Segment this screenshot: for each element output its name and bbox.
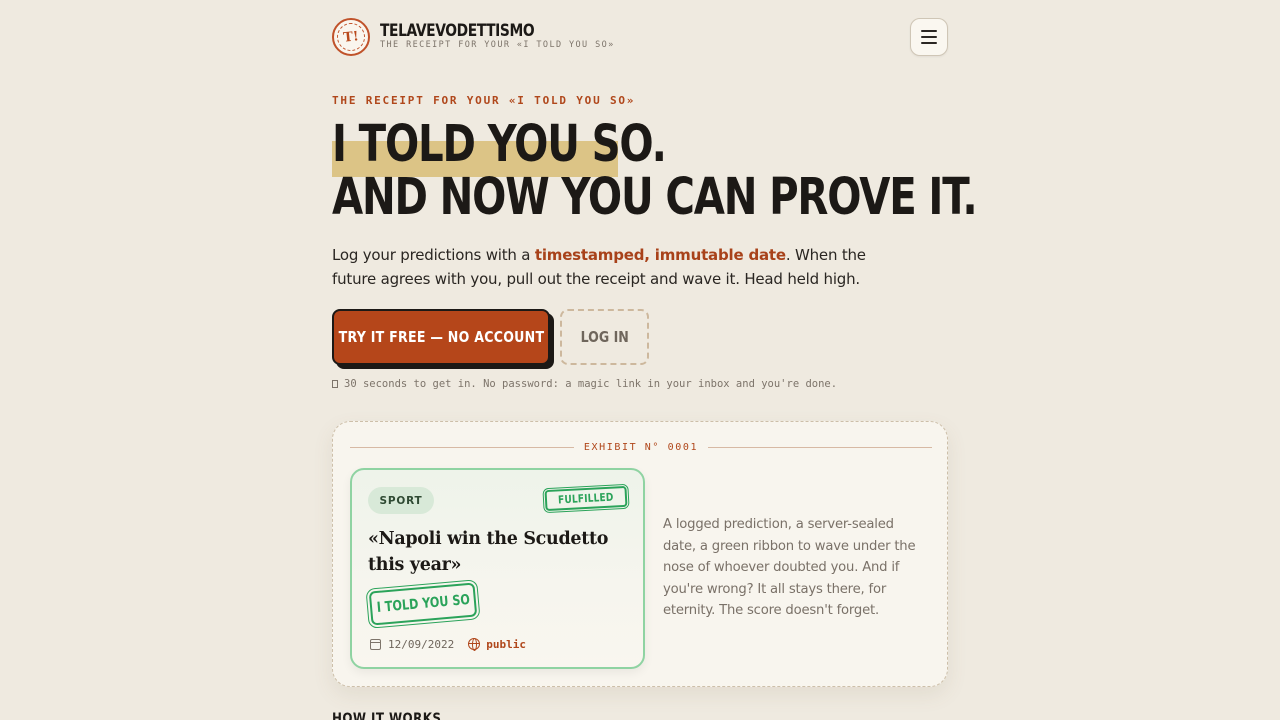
hamburger-menu-icon-bar [921,42,937,44]
try-free-label: TRY IT FREE — NO ACCOUNT [338,328,544,346]
section-title-how-it-works: HOW IT WORKS [332,711,442,720]
logo-badge[interactable]: T! [332,18,370,56]
menu-button[interactable] [910,18,948,56]
calendar-icon [370,638,381,650]
hero-headline-line1: I TOLD YOU SO. [332,115,667,174]
category-tag: SPORT [368,487,434,514]
prediction-date: 12/09/2022 [388,637,455,651]
hamburger-menu-icon-bar [921,36,937,38]
login-button[interactable]: LOG IN [560,309,649,365]
hamburger-menu-icon [921,30,937,32]
prediction-card[interactable]: SPORT FULFILLED «Napoli win the Scudetto… [350,468,645,669]
signup-note-text: 30 seconds to get in. No password: a mag… [344,378,838,390]
exhibit-label: EXHIBIT N° 0001 [350,439,932,455]
prediction-text: «Napoli win the Scudetto this year» [368,529,609,575]
globe-icon [468,638,481,651]
divider [708,446,932,448]
signup-note: 30 seconds to get in. No password: a mag… [332,378,837,390]
bolt-icon [332,380,338,388]
hero-headline-line2: AND NOW YOU CAN PROVE IT. [332,168,978,227]
exhibit-description: A logged prediction, a server-sealed dat… [663,517,916,619]
hero-eyebrow: THE RECEIPT FOR YOUR «I TOLD YOU SO» [332,94,636,107]
card-meta: 12/09/2022 public [370,636,526,652]
fulfilled-stamp-label: FULFILLED [558,490,615,507]
exhibit-number: EXHIBIT N° 0001 [583,441,699,453]
brand-tagline: THE RECEIPT FOR YOUR «I TOLD YOU SO» [380,40,615,50]
login-label: LOG IN [580,328,629,346]
verdict-stamp: I TOLD YOU SO [365,578,481,630]
divider [350,446,574,448]
site-header: T! TELAVEVODETTISMO THE RECEIPT FOR YOUR… [332,17,948,57]
lead-text-start: Log your predictions with a [332,246,535,264]
try-free-button[interactable]: TRY IT FREE — NO ACCOUNT [332,309,550,365]
exhibit-panel: EXHIBIT N° 0001 SPORT FULFILLED «Napoli … [332,421,948,687]
hero-lead: Log your predictions with a timestamped,… [332,243,892,291]
brand-name[interactable]: TELAVEVODETTISMO [380,21,535,40]
fulfilled-stamp: FULFILLED [542,483,630,514]
verdict-stamp-label: I TOLD YOU SO [375,591,471,617]
visibility-label: public [486,637,526,651]
logo-glyph: T! [335,21,367,53]
lead-emphasis: timestamped, immutable date [534,246,786,264]
